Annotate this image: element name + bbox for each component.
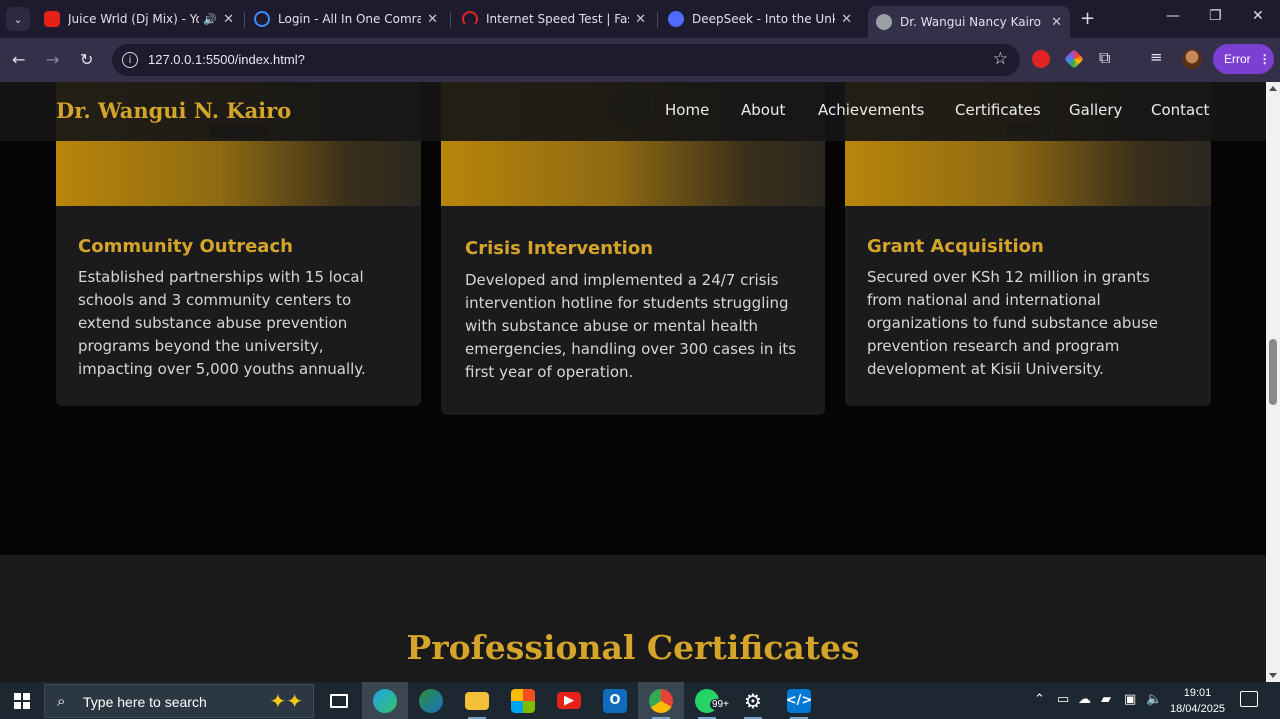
- whale-icon: [668, 11, 684, 27]
- clock-date: 18/04/2025: [1170, 703, 1226, 715]
- tab-divider: [244, 12, 245, 28]
- speaker-icon[interactable]: 🔊: [203, 13, 217, 26]
- notification-icon[interactable]: [1240, 691, 1258, 707]
- site-header: Dr. Wangui N. Kairo Home About Achieveme…: [0, 82, 1266, 141]
- tab-deepseek[interactable]: DeepSeek - Into the Unknown ✕: [660, 6, 860, 32]
- forward-icon[interactable]: →: [46, 50, 59, 69]
- media-control-icon[interactable]: ≡: [1150, 48, 1168, 66]
- page-scrollbar[interactable]: [1266, 82, 1280, 682]
- bookmark-star-icon[interactable]: ☆: [993, 49, 1008, 69]
- youtube-icon: [44, 11, 60, 27]
- error-menu-button[interactable]: Error ⋮: [1213, 44, 1274, 74]
- sparkle-icon: ✦✦: [269, 689, 303, 713]
- more-menu-icon: ⋮: [1258, 52, 1271, 66]
- whatsapp-icon[interactable]: 99+: [684, 682, 731, 719]
- scroll-down-icon[interactable]: [1269, 673, 1277, 678]
- taskbar: ⌕ Type here to search ✦✦ ▶ O 99+ ⚙ </> ⌃…: [0, 682, 1280, 719]
- onedrive-icon[interactable]: ☁: [1078, 692, 1091, 707]
- file-explorer-icon[interactable]: [454, 682, 500, 719]
- url-text[interactable]: 127.0.0.1:5500/index.html?: [148, 52, 305, 67]
- close-tab-icon[interactable]: ✕: [1051, 15, 1062, 30]
- site-info-icon[interactable]: i: [122, 52, 138, 68]
- error-label: Error: [1224, 52, 1251, 66]
- tab-strip: ⌄ Juice Wrld (Dj Mix) - You 🔊 ✕ Login - …: [0, 0, 1280, 38]
- edge-icon[interactable]: [362, 682, 408, 719]
- tab-label: Dr. Wangui Nancy Kairo | Co: [900, 15, 1045, 29]
- tab-label: Internet Speed Test | Fast.com: [486, 12, 629, 26]
- volume-icon[interactable]: 🔈: [1146, 692, 1162, 707]
- search-placeholder: Type here to search: [83, 694, 207, 710]
- extensions-puzzle-icon[interactable]: ⧉: [1099, 48, 1117, 67]
- close-tab-icon[interactable]: ✕: [635, 12, 646, 27]
- address-bar[interactable]: i 127.0.0.1:5500/index.html? ☆: [112, 44, 1020, 76]
- speedometer-icon: [462, 11, 478, 27]
- network-icon[interactable]: ▣: [1124, 692, 1136, 707]
- extension-colorful-icon[interactable]: [1064, 49, 1084, 69]
- nav-gallery[interactable]: Gallery: [1069, 101, 1122, 119]
- tab-divider: [450, 12, 451, 28]
- extension-red-icon[interactable]: [1032, 50, 1050, 68]
- card-body: Established partnerships with 15 local s…: [78, 268, 366, 378]
- nav-achievements[interactable]: Achievements: [818, 101, 924, 119]
- close-tab-icon[interactable]: ✕: [427, 12, 438, 27]
- browser-toolbar: ← → ↻ i 127.0.0.1:5500/index.html? ☆ ⧉ ≡: [0, 38, 1280, 82]
- loading-icon: [254, 11, 270, 27]
- battery-icon[interactable]: ▰: [1101, 692, 1111, 707]
- windows-start-icon[interactable]: [14, 693, 30, 709]
- globe-icon: [876, 14, 892, 30]
- tab-label: DeepSeek - Into the Unknown: [692, 12, 835, 26]
- tab-youtube[interactable]: Juice Wrld (Dj Mix) - You 🔊 ✕: [36, 6, 242, 32]
- close-tab-icon[interactable]: ✕: [223, 12, 234, 27]
- card-title: Grant Acquisition: [867, 236, 1044, 257]
- scroll-up-icon[interactable]: [1269, 86, 1277, 91]
- clock[interactable]: 19:01 18/04/2025: [1170, 685, 1225, 717]
- taskbar-search[interactable]: ⌕ Type here to search ✦✦: [44, 684, 314, 718]
- reload-icon[interactable]: ↻: [80, 50, 93, 69]
- card-body: Developed and implemented a 24/7 crisis …: [465, 271, 797, 381]
- card-body: Secured over KSh 12 million in grants fr…: [867, 268, 1159, 378]
- nav-about[interactable]: About: [741, 101, 785, 119]
- settings-gear-icon[interactable]: ⚙: [730, 682, 776, 719]
- new-tab-button[interactable]: +: [1080, 8, 1095, 29]
- youtube-app-icon[interactable]: ▶: [546, 682, 592, 719]
- tab-label: Juice Wrld (Dj Mix) - You: [68, 12, 200, 26]
- close-window-icon[interactable]: ✕: [1252, 8, 1264, 24]
- tab-search-button[interactable]: ⌄: [6, 7, 30, 31]
- nav-certificates[interactable]: Certificates: [955, 101, 1041, 119]
- search-icon: ⌕: [57, 692, 66, 710]
- nav-contact[interactable]: Contact: [1151, 101, 1209, 119]
- tab-comrade-login[interactable]: Login - All In One Comrade ✕: [246, 6, 446, 32]
- minimize-icon[interactable]: —: [1166, 8, 1180, 24]
- restore-icon[interactable]: ❐: [1209, 8, 1222, 24]
- close-tab-icon[interactable]: ✕: [841, 12, 852, 27]
- certificates-heading: Professional Certificates: [406, 628, 860, 667]
- meet-now-icon[interactable]: ▭: [1057, 692, 1069, 707]
- microsoft-store-icon[interactable]: [500, 682, 546, 719]
- profile-avatar[interactable]: [1182, 49, 1202, 69]
- chrome-icon[interactable]: [638, 682, 684, 719]
- task-view-icon[interactable]: [316, 682, 362, 719]
- edge-alt-icon[interactable]: [408, 682, 454, 719]
- back-icon[interactable]: ←: [12, 50, 25, 69]
- whatsapp-badge: 99+: [710, 699, 731, 710]
- card-title: Community Outreach: [78, 236, 293, 257]
- scrollbar-thumb[interactable]: [1269, 339, 1277, 405]
- clock-time: 19:01: [1183, 687, 1212, 699]
- chevron-up-icon[interactable]: ⌃: [1034, 692, 1045, 707]
- outlook-icon[interactable]: O: [592, 682, 638, 719]
- vscode-icon[interactable]: </>: [776, 682, 822, 719]
- tab-divider: [657, 12, 658, 28]
- nav-home[interactable]: Home: [665, 101, 709, 119]
- card-title: Crisis Intervention: [465, 238, 654, 259]
- tab-label: Login - All In One Comrade: [278, 12, 422, 26]
- page-viewport: Community Outreach Established partnersh…: [0, 82, 1266, 682]
- tab-fast-com[interactable]: Internet Speed Test | Fast.com ✕: [454, 6, 654, 32]
- tab-kairo-active[interactable]: Dr. Wangui Nancy Kairo | Co ✕: [868, 6, 1070, 38]
- site-logo[interactable]: Dr. Wangui N. Kairo: [56, 98, 291, 123]
